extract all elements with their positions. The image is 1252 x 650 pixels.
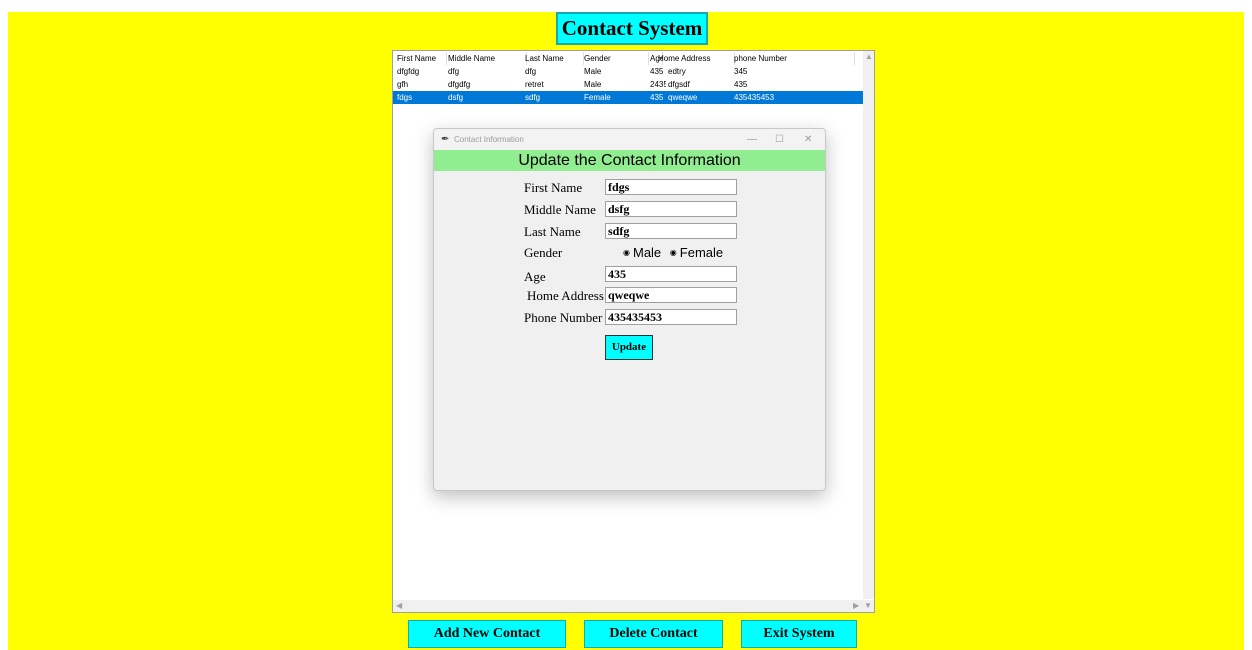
table-row-selected[interactable]: fdgs dsfg sdfg Female 435 qweqwe 4354354… [393, 91, 863, 104]
cell-age: 2435 [650, 80, 666, 89]
cell-first-name: fdgs [397, 93, 413, 102]
cell-middle-name: dsfg [448, 93, 464, 102]
first-name-label: First Name [524, 180, 583, 195]
age-label: Age [524, 269, 546, 284]
vertical-scrollbar[interactable]: ▲ [863, 51, 874, 599]
cell-last-name: retret [525, 80, 544, 89]
cell-first-name: gfh [397, 80, 409, 89]
gender-label: Gender [524, 245, 563, 260]
column-header-phone-number[interactable]: phone Number [734, 52, 855, 65]
cell-last-name: dfg [525, 67, 537, 76]
radio-dot-icon: ◉ [623, 248, 630, 257]
column-header-gender[interactable]: Gender [584, 52, 649, 65]
last-name-label: Last Name [524, 224, 581, 239]
cell-first-name: dfgfdg [397, 67, 420, 76]
gender-radio-female[interactable]: ◉ Female [670, 245, 723, 260]
last-name-field[interactable]: sdfg [605, 223, 737, 239]
phone-number-field[interactable]: 435435453 [605, 309, 737, 325]
first-name-field[interactable]: fdgs [605, 179, 737, 195]
delete-contact-button[interactable]: Delete Contact [584, 620, 723, 648]
feather-icon: ✒ [441, 134, 450, 145]
dialog-titlebar[interactable]: ✒ Contact Information — ☐ ✕ [434, 129, 825, 150]
cell-middle-name: dfg [448, 67, 460, 76]
cell-phone-number: 345 [734, 67, 748, 76]
cell-gender: Female [584, 93, 611, 102]
cell-gender: Male [584, 67, 602, 76]
maximize-button[interactable]: ☐ [775, 129, 784, 150]
scroll-left-arrow-icon[interactable]: ◀ [396, 601, 402, 611]
home-address-label: Home Address [527, 288, 604, 303]
cell-gender: Male [584, 80, 602, 89]
gender-radio-female-label: Female [679, 245, 724, 260]
middle-name-field[interactable]: dsfg [605, 201, 737, 217]
column-header-home-address[interactable]: Home Address [658, 52, 735, 65]
scroll-down-arrow-icon[interactable]: ▼ [864, 601, 872, 611]
contact-information-dialog: ✒ Contact Information — ☐ ✕ Update the C… [433, 128, 826, 491]
table-row[interactable]: dfgfdg dfg dfg Male 435 edtry 345 [393, 65, 863, 78]
cell-last-name: sdfg [525, 93, 541, 102]
exit-system-button[interactable]: Exit System [741, 620, 857, 648]
horizontal-scrollbar[interactable]: ◀ ▶ ▼ [393, 600, 874, 612]
cell-phone-number: 435435453 [734, 93, 775, 102]
home-address-field[interactable]: qweqwe [605, 287, 737, 303]
cell-phone-number: 435 [734, 80, 748, 89]
scroll-right-arrow-icon[interactable]: ▶ [853, 601, 859, 611]
phone-number-label: Phone Number [524, 310, 603, 325]
cell-home-address: qweqwe [668, 93, 698, 102]
age-field[interactable]: 435 [605, 266, 737, 282]
gender-radio-group: ◉ Male ◉ Female [623, 245, 723, 261]
gender-radio-male[interactable]: ◉ Male [623, 245, 661, 260]
cell-home-address: dfgsdf [668, 80, 690, 89]
column-header-first-name[interactable]: First Name [397, 52, 447, 65]
cell-home-address: edtry [668, 67, 686, 76]
cell-age: 435 [650, 67, 664, 76]
update-button[interactable]: Update [605, 335, 653, 360]
column-header-middle-name[interactable]: Middle Name [448, 52, 527, 65]
gender-radio-male-label: Male [632, 245, 662, 260]
radio-dot-icon: ◉ [669, 248, 677, 257]
cell-age: 435 [650, 93, 664, 102]
app-title: Contact System [556, 12, 708, 45]
middle-name-label: Middle Name [524, 202, 596, 217]
add-new-contact-button[interactable]: Add New Contact [408, 620, 566, 648]
dialog-window-title: Contact Information [454, 135, 524, 144]
close-button[interactable]: ✕ [804, 129, 812, 150]
scroll-up-arrow-icon[interactable]: ▲ [865, 52, 873, 62]
column-header-last-name[interactable]: Last Name [525, 52, 584, 65]
table-header: First Name Middle Name Last Name Gender … [393, 52, 863, 65]
table-row[interactable]: gfh dfgdfg retret Male 2435 dfgsdf 435 [393, 78, 863, 91]
cell-middle-name: dfgdfg [448, 80, 471, 89]
minimize-button[interactable]: — [747, 129, 757, 150]
dialog-header: Update the Contact Information [434, 150, 825, 171]
